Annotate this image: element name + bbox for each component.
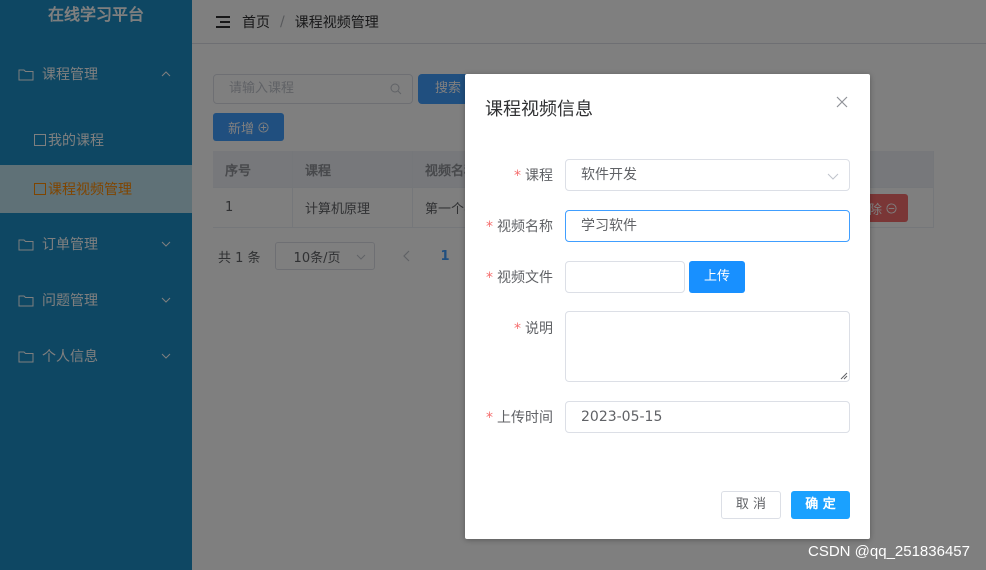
label-text: 说明 [525, 321, 553, 337]
description-label: * 说明 [465, 318, 553, 338]
video-info-dialog: 课程视频信息 * 课程 软件开发 * 视频名称 学习软件 * 视频文件 上传 * 说明 … [465, 74, 870, 539]
upload-time-label: * 上传时间 [465, 407, 553, 427]
video-name-input[interactable]: 学习软件 [565, 210, 850, 242]
confirm-button[interactable]: 确 定 [791, 491, 850, 519]
course-label: * 课程 [465, 165, 553, 185]
description-textarea[interactable] [565, 311, 850, 382]
upload-button[interactable]: 上传 [689, 261, 745, 293]
required-mark: * [514, 321, 521, 337]
close-icon[interactable] [836, 96, 848, 108]
course-value: 软件开发 [581, 167, 637, 183]
required-mark: * [486, 410, 493, 426]
required-mark: * [486, 219, 493, 235]
label-text: 课程 [525, 168, 553, 184]
video-file-input[interactable] [565, 261, 685, 293]
video-file-label: * 视频文件 [465, 267, 553, 287]
label-text: 视频文件 [497, 270, 553, 286]
required-mark: * [486, 270, 493, 286]
course-select[interactable]: 软件开发 [565, 159, 850, 191]
dialog-title: 课程视频信息 [485, 99, 593, 120]
required-mark: * [514, 168, 521, 184]
chevron-down-icon [827, 173, 839, 180]
video-name-value: 学习软件 [581, 218, 637, 234]
label-text: 视频名称 [497, 219, 553, 235]
video-name-label: * 视频名称 [465, 216, 553, 236]
label-text: 上传时间 [497, 410, 553, 426]
upload-time-input[interactable]: 2023-05-15 [565, 401, 850, 433]
cancel-button[interactable]: 取 消 [721, 491, 781, 519]
resize-grip-icon[interactable] [840, 372, 848, 380]
upload-time-value: 2023-05-15 [581, 409, 663, 425]
watermark: CSDN @qq_251836457 [807, 543, 970, 560]
